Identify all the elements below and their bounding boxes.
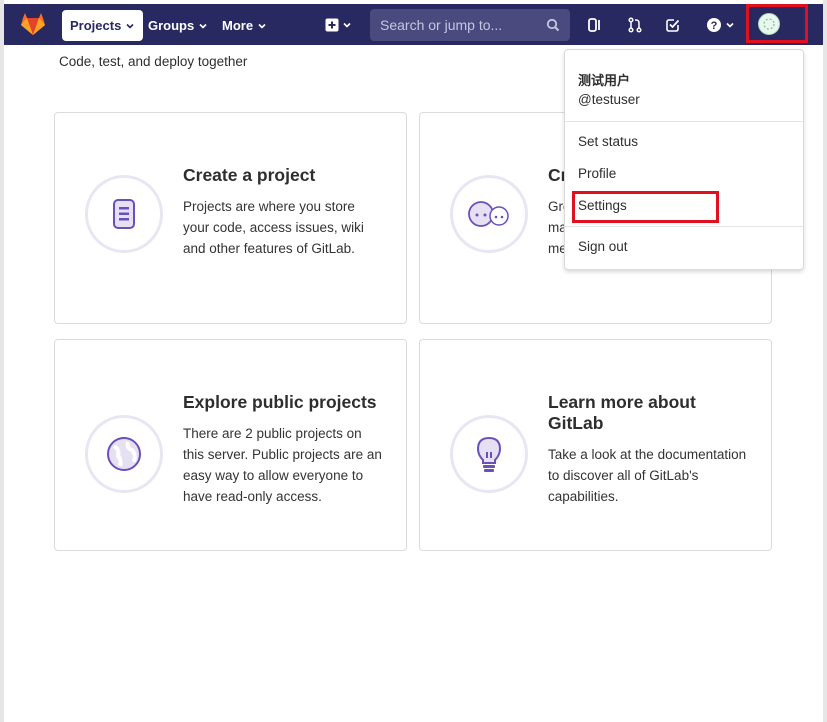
projects-label: Projects <box>70 18 122 33</box>
chevron-down-icon <box>199 23 207 29</box>
card-title: Explore public projects <box>183 392 377 412</box>
group-icon <box>450 175 528 253</box>
menu-divider <box>565 121 803 122</box>
chevron-down-icon <box>342 22 351 28</box>
create-project-card[interactable]: Create a project Projects are where you … <box>54 112 407 324</box>
project-icon <box>85 175 163 253</box>
issues-icon <box>588 18 600 32</box>
menu-item-profile[interactable]: Profile <box>578 166 616 181</box>
user-display-name: 测试用户 <box>578 73 631 88</box>
more-label: More <box>222 18 254 33</box>
chevron-down-icon <box>126 23 134 29</box>
user-dropdown-menu: 测试用户 @testuser Set status Profile Settin… <box>564 49 804 270</box>
top-navbar: Projects Groups More Search or jump to..… <box>4 4 823 45</box>
card-description: Projects are where you store your code, … <box>183 199 364 256</box>
card-description: There are 2 public projects on this serv… <box>183 426 382 504</box>
avatar <box>758 12 780 35</box>
plus-square-icon <box>325 18 338 32</box>
new-item-dropdown[interactable] <box>320 10 356 40</box>
chevron-down-icon <box>725 22 734 28</box>
help-question-icon: ? <box>706 18 721 32</box>
page-tagline: Code, test, and deploy together <box>59 54 248 69</box>
issues-icon-button[interactable] <box>584 10 606 40</box>
groups-label: Groups <box>148 18 195 33</box>
merge-request-icon <box>628 17 642 33</box>
card-description: Take a look at the documentation to disc… <box>548 447 747 504</box>
todos-button[interactable] <box>662 10 684 40</box>
projects-dropdown[interactable]: Projects <box>62 10 144 41</box>
search-input[interactable]: Search or jump to... <box>370 9 570 41</box>
user-username: @testuser <box>578 92 640 107</box>
search-placeholder: Search or jump to... <box>380 17 503 33</box>
menu-item-settings[interactable]: Settings <box>578 198 627 213</box>
menu-item-set-status[interactable]: Set status <box>578 134 638 149</box>
chevron-down-icon <box>258 23 266 29</box>
gitlab-logo-icon[interactable] <box>20 12 46 36</box>
lightbulb-icon <box>450 415 528 493</box>
groups-dropdown[interactable]: Groups <box>140 10 216 41</box>
user-avatar-dropdown[interactable] <box>746 4 808 43</box>
globe-icon <box>85 415 163 493</box>
chevron-down-icon <box>787 21 795 27</box>
search-icon <box>546 18 560 32</box>
learn-more-card[interactable]: Learn more about GitLab Take a look at t… <box>419 339 772 551</box>
explore-projects-card[interactable]: Explore public projects There are 2 publ… <box>54 339 407 551</box>
help-dropdown[interactable]: ? <box>704 10 736 40</box>
more-dropdown[interactable]: More <box>214 10 275 41</box>
card-title: Create a project <box>183 165 316 185</box>
menu-divider <box>565 226 803 227</box>
svg-text:?: ? <box>710 20 717 32</box>
card-title: Learn more about GitLab <box>548 392 696 433</box>
todo-check-icon <box>666 19 680 32</box>
merge-requests-button[interactable] <box>624 10 646 40</box>
menu-item-sign-out[interactable]: Sign out <box>578 239 628 254</box>
